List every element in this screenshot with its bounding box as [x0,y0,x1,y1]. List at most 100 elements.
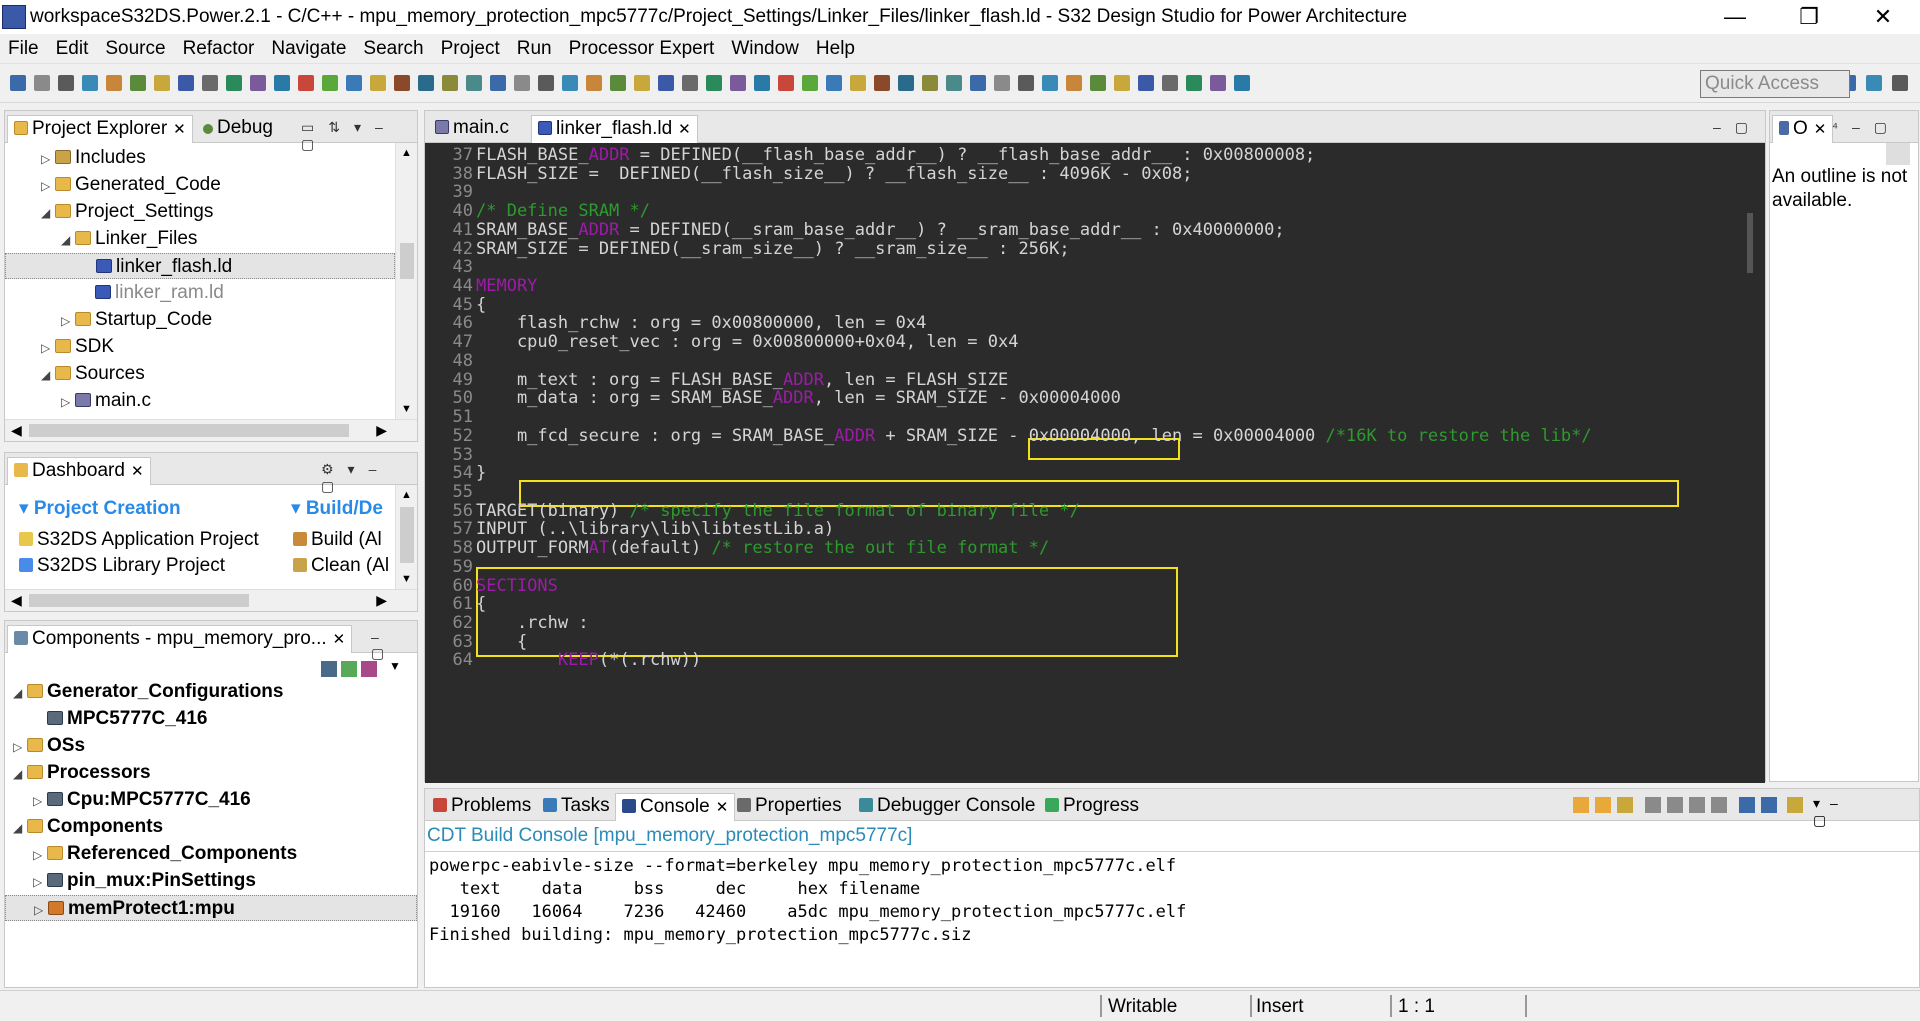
step-into-icon[interactable] [1186,75,1202,91]
back-icon[interactable] [418,75,434,91]
maximize-button[interactable]: ❐ [1772,4,1846,30]
scroll-thumb[interactable] [29,594,249,607]
save-icon[interactable] [514,75,530,91]
console-output[interactable]: powerpc-eabivle-size --format=berkeley m… [429,855,1909,985]
scroll-thumb[interactable] [400,507,414,563]
menu-project[interactable]: Project [433,38,509,60]
close-icon[interactable]: ✕ [716,799,729,816]
scroll-thumb[interactable] [1747,213,1753,273]
terminate-icon[interactable] [202,75,218,91]
run-icon[interactable] [130,75,146,91]
clean-link[interactable]: Clean (Al [293,555,395,577]
profile-icon[interactable] [346,75,362,91]
close-icon[interactable]: ✕ [678,121,691,138]
flash-icon[interactable] [154,75,170,91]
scroll-thumb[interactable] [400,243,414,279]
link-icon[interactable] [1617,797,1633,813]
debug-perspective-icon[interactable] [1892,75,1908,91]
search-icon[interactable] [370,75,386,91]
display-console-icon[interactable] [1739,797,1755,813]
terminate-icon[interactable] [682,75,698,91]
tab-properties[interactable]: Properties [731,793,848,821]
debug-icon[interactable] [658,75,674,91]
twisty-icon[interactable]: ◢ [13,680,27,706]
flash-icon[interactable] [1114,75,1130,91]
tab-components[interactable]: Components - mpu_memory_pro... ✕ [7,625,353,653]
pin-icon[interactable] [946,75,962,91]
scroll-thumb[interactable] [29,424,349,437]
scroll-down-icon[interactable]: ▼ [401,573,412,585]
tree-item[interactable]: ◢ Linker_Files [5,226,395,252]
section-build-debug[interactable]: ▾ Build/De [291,497,395,520]
new-library-project-link[interactable]: S32DS Library Project [19,555,225,577]
tree-item[interactable]: ◢ Generator_Configurations [5,679,417,705]
run-last-icon[interactable] [322,75,338,91]
hammer-icon[interactable] [106,75,122,91]
scroll-down-icon[interactable]: ▼ [401,403,412,415]
tab-console[interactable]: Console ✕ [615,793,736,821]
save-all-icon[interactable] [1018,75,1034,91]
step-over-icon[interactable] [730,75,746,91]
menu-help[interactable]: Help [808,38,864,60]
tree-item[interactable]: ◢ Components [5,814,417,840]
tab-main-c[interactable]: main.c [429,115,515,143]
tree-item[interactable]: ▷ memProtect1:mpu [5,895,417,921]
hammer-icon[interactable] [586,75,602,91]
panel-buttons[interactable]: –▢ [1713,119,1762,136]
twisty-icon[interactable]: ▷ [33,869,47,895]
close-icon[interactable]: ✕ [1814,121,1827,138]
menu-search[interactable]: Search [355,38,432,60]
tab-linker-flash-ld[interactable]: linker_flash.ld ✕ [531,115,698,143]
tree-item[interactable]: ▷ OSs [5,733,417,759]
back-icon[interactable] [898,75,914,91]
new-application-project-link[interactable]: S32DS Application Project [19,529,259,551]
step-over-icon[interactable] [250,75,266,91]
hammer-icon[interactable] [1066,75,1082,91]
collapse-icon[interactable] [321,661,337,677]
tree-item[interactable]: ▷ Generated_Code [5,172,395,198]
menu-processor-expert[interactable]: Processor Expert [561,38,724,60]
step-into-icon[interactable] [226,75,242,91]
vertical-scrollbar[interactable]: ▲ ▼ [395,485,417,589]
save-icon[interactable] [994,75,1010,91]
menu-navigate[interactable]: Navigate [263,38,355,60]
save-all-icon[interactable] [538,75,554,91]
flash-icon[interactable] [634,75,650,91]
new-console-icon[interactable] [1787,797,1803,813]
terminate-icon[interactable] [1162,75,1178,91]
tree-item[interactable]: ▷ Cpu:MPC5777C_416 [5,787,417,813]
twisty-icon[interactable]: ◢ [41,200,55,226]
settings-icon[interactable] [562,75,578,91]
tab-problems[interactable]: Problems [427,793,537,821]
new-icon[interactable] [490,75,506,91]
scroll-left-icon[interactable]: ◀ [11,422,22,439]
twisty-icon[interactable]: ▷ [61,308,75,334]
save-all-icon[interactable] [58,75,74,91]
panel-buttons[interactable]: ▾–▢ [1813,795,1869,829]
menu-run[interactable]: Run [509,38,561,60]
pin-console-icon[interactable] [1711,797,1727,813]
tree-item[interactable]: MPC5777C_416 [5,706,417,732]
section-project-creation[interactable]: ▾ Project Creation [19,497,181,520]
open-type-icon[interactable] [394,75,410,91]
tree-item[interactable]: ▷ Referenced_Components [5,841,417,867]
twisty-icon[interactable]: ▷ [34,897,48,923]
step-return-icon[interactable] [1234,75,1250,91]
open-console-icon[interactable] [1761,797,1777,813]
tree-item[interactable]: ◢ Processors [5,760,417,786]
scroll-right-icon[interactable]: ▶ [376,422,387,439]
scroll-thumb[interactable] [1886,143,1910,165]
step-return-icon[interactable] [274,75,290,91]
tab-tasks[interactable]: Tasks [537,793,616,821]
panel-buttons[interactable]: ⁴–▢ [1832,119,1901,136]
tab-dashboard[interactable]: Dashboard ✕ [7,457,151,485]
panel-buttons[interactable]: –▢ [371,629,417,662]
tree-item[interactable]: linker_flash.ld [5,253,395,279]
tree-item[interactable]: ▷ Includes [5,145,395,171]
menu-refactor[interactable]: Refactor [175,38,264,60]
twisty-icon[interactable]: ▷ [13,734,27,760]
scroll-lock-icon[interactable] [1667,797,1683,813]
tab-project-explorer[interactable]: Project Explorer ✕ [7,115,193,143]
twisty-icon[interactable]: ◢ [41,362,55,388]
run-last-icon[interactable] [802,75,818,91]
